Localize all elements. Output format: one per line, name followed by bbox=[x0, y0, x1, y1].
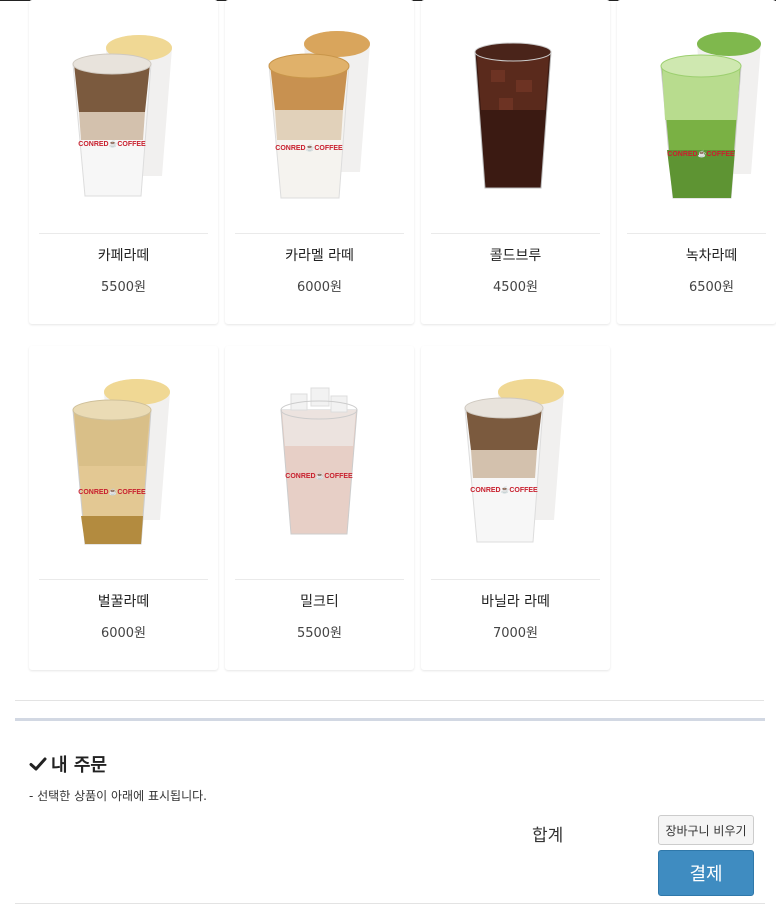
svg-text:CONRED☕COFFEE: CONRED☕COFFEE bbox=[78, 139, 146, 148]
menu-item-name: 벌꿀라떼 bbox=[97, 594, 150, 610]
svg-text:CONRED☕COFFEE: CONRED☕COFFEE bbox=[667, 149, 735, 158]
drink-image: CONRED☕COFFEE bbox=[29, 346, 218, 578]
card-divider bbox=[431, 233, 600, 234]
menu-item-price: 5500원 bbox=[100, 280, 147, 295]
pay-button[interactable]: 결제 bbox=[658, 850, 754, 896]
svg-text:CONRED☕COFFEE: CONRED☕COFFEE bbox=[285, 471, 353, 480]
card-divider bbox=[39, 579, 208, 580]
drink-image: CONRED☕COFFEE bbox=[225, 346, 414, 578]
order-title-text: 내 주문 bbox=[51, 755, 107, 776]
menu-item-price: 6000원 bbox=[296, 280, 343, 295]
menu-item-price: 4500원 bbox=[492, 280, 539, 295]
menu-item-name: 바닐라 라떼 bbox=[481, 594, 550, 610]
section-divider bbox=[15, 700, 764, 701]
empty-cart-button[interactable]: 장바구니 비우기 bbox=[658, 815, 754, 845]
menu-item-name: 카라멜 라떼 bbox=[285, 248, 354, 264]
order-description: - 선택한 상품이 아래에 표시됩니다. bbox=[29, 789, 207, 803]
menu-item-price: 7000원 bbox=[492, 626, 539, 641]
card-divider bbox=[627, 233, 766, 234]
menu-item-card[interactable]: 콜드브루 4500원 bbox=[421, 0, 610, 324]
drink-image: CONRED☕COFFEE bbox=[29, 0, 218, 232]
drink-image bbox=[421, 0, 610, 232]
menu-item-name: 녹차라떼 bbox=[685, 248, 738, 264]
drink-image: CONRED☕COFFEE bbox=[617, 0, 776, 232]
menu-item-price: 6000원 bbox=[100, 626, 147, 641]
menu-item-price: 6500원 bbox=[688, 280, 735, 295]
card-divider bbox=[235, 579, 404, 580]
menu-item-card[interactable]: CONRED☕COFFEE 녹차라떼 6500원 bbox=[617, 0, 776, 324]
menu-item-price: 5500원 bbox=[296, 626, 343, 641]
menu-item-card[interactable]: CONRED☕COFFEE 바닐라 라떼 7000원 bbox=[421, 346, 610, 670]
card-divider bbox=[39, 233, 208, 234]
order-title: 내 주문 bbox=[29, 751, 107, 777]
drink-image: CONRED☕COFFEE bbox=[421, 346, 610, 578]
drink-image: CONRED☕COFFEE bbox=[225, 0, 414, 232]
svg-text:CONRED☕COFFEE: CONRED☕COFFEE bbox=[470, 485, 538, 494]
svg-text:CONRED☕COFFEE: CONRED☕COFFEE bbox=[78, 487, 146, 496]
card-divider bbox=[431, 579, 600, 580]
menu-item-card[interactable]: CONRED☕COFFEE 벌꿀라떼 6000원 bbox=[29, 346, 218, 670]
menu-item-name: 콜드브루 bbox=[489, 248, 542, 264]
check-icon bbox=[29, 755, 47, 773]
svg-text:CONRED☕COFFEE: CONRED☕COFFEE bbox=[275, 143, 343, 152]
total-label: 합계 bbox=[532, 826, 564, 846]
menu-item-name: 카페라떼 bbox=[97, 248, 150, 264]
menu-item-card[interactable]: CONRED☕COFFEE 카페라떼 5500원 bbox=[29, 0, 218, 324]
menu-item-card[interactable]: CONRED☕COFFEE 카라멜 라떼 6000원 bbox=[225, 0, 414, 324]
bottom-divider bbox=[15, 903, 765, 904]
menu-item-name: 밀크티 bbox=[300, 594, 339, 610]
card-divider bbox=[235, 233, 404, 234]
menu-item-card[interactable]: CONRED☕COFFEE 밀크티 5500원 bbox=[225, 346, 414, 670]
order-panel: 내 주문 - 선택한 상품이 아래에 표시됩니다. 합계 장바구니 비우기 결제 bbox=[15, 718, 765, 904]
